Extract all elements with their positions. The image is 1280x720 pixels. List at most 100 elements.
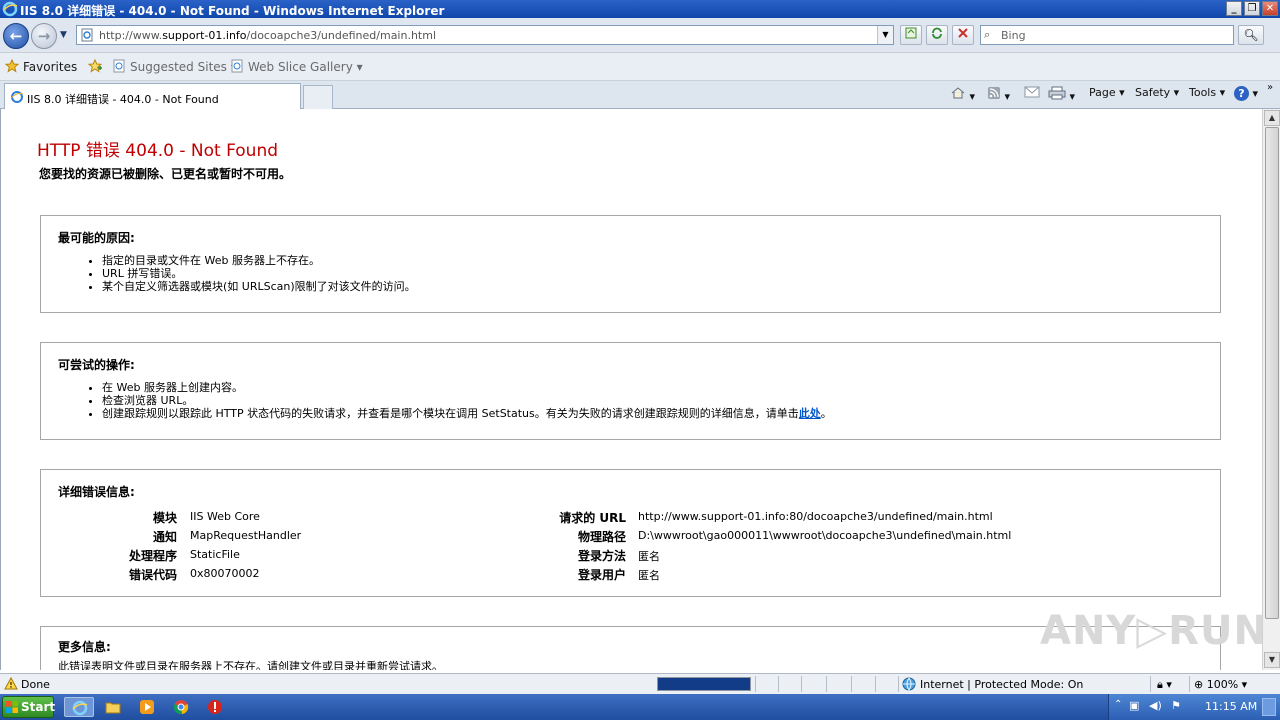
- search-box[interactable]: ⌕ Bing: [980, 25, 1234, 45]
- title-bar: IIS 8.0 详细错误 - 404.0 - Not Found - Windo…: [0, 0, 1280, 18]
- printer-icon: [1048, 86, 1066, 100]
- detail-label: 通知: [152, 530, 177, 544]
- tab-title: IIS 8.0 详细错误 - 404.0 - Not Found: [27, 93, 219, 106]
- back-arrow-icon: ←: [9, 27, 23, 45]
- more-info-text: 此错误表明文件或目录在服务器上不存在。请创建文件或目录并重新尝试请求。: [58, 660, 443, 670]
- error-heading: HTTP 错误 404.0 - Not Found: [37, 141, 279, 161]
- forward-button[interactable]: →: [31, 23, 57, 49]
- progress-fill: [658, 678, 750, 690]
- tab-active[interactable]: IIS 8.0 详细错误 - 404.0 - Not Found: [4, 83, 301, 109]
- stop-button[interactable]: [952, 25, 974, 45]
- scroll-up-icon[interactable]: ▲: [1264, 110, 1280, 126]
- detail-value: 匿名: [638, 550, 660, 563]
- address-bar[interactable]: http://www.support-01.info/docoapche3/un…: [76, 25, 894, 45]
- refresh-icon: [932, 27, 942, 39]
- taskbar-explorer-button[interactable]: [98, 697, 128, 717]
- zoom-level[interactable]: ⊕ 100% ▾: [1194, 678, 1247, 691]
- show-hidden-icons-chevron-icon[interactable]: ⌃: [1114, 699, 1122, 710]
- minimize-button[interactable]: _: [1226, 1, 1242, 16]
- network-icon[interactable]: ▣: [1129, 699, 1139, 712]
- detail-value: 匿名: [638, 569, 660, 582]
- safety-menu[interactable]: Safety ▾: [1135, 86, 1179, 99]
- ie-page-icon: [231, 59, 243, 73]
- help-button[interactable]: ? ▾: [1234, 86, 1258, 101]
- ie-tab-icon: [10, 91, 24, 103]
- tools-menu[interactable]: Tools ▾: [1189, 86, 1225, 99]
- stop-sign-icon: [208, 700, 222, 714]
- status-bar: Done Internet | Protected Mode: On 🔒︎ ▾ …: [0, 673, 1280, 694]
- detail-label: 处理程序: [128, 549, 177, 563]
- ie-page-icon: [113, 59, 125, 73]
- magnifier-icon: 🔍︎: [1243, 28, 1259, 42]
- list-item: URL 拼写错误。: [102, 267, 416, 280]
- trace-rules-link[interactable]: 此处: [799, 407, 821, 420]
- taskbar-ie-button[interactable]: [64, 697, 94, 717]
- windows-logo-icon: [6, 701, 18, 713]
- restore-button[interactable]: ❐: [1244, 1, 1260, 16]
- mail-icon: [1024, 86, 1040, 98]
- security-zone-text[interactable]: Internet | Protected Mode: On: [920, 678, 1083, 691]
- favorites-button[interactable]: Favorites: [5, 59, 77, 74]
- home-button[interactable]: ▾: [950, 86, 975, 103]
- home-icon: [951, 87, 965, 99]
- read-mail-button[interactable]: [1024, 86, 1040, 101]
- detail-label: 登录方法: [577, 549, 626, 563]
- detail-value: StaticFile: [190, 548, 240, 561]
- taskbar: Start ⌃ ▣ ◀) ⚑ 11:15 AM: [0, 694, 1280, 720]
- scroll-down-icon[interactable]: ▼: [1264, 652, 1280, 668]
- internet-zone-globe-icon: [902, 677, 916, 691]
- list-item: 指定的目录或文件在 Web 服务器上不存在。: [102, 254, 416, 267]
- status-text: Done: [21, 678, 50, 691]
- scroll-thumb[interactable]: [1265, 127, 1279, 619]
- details-title: 详细错误信息:: [58, 485, 135, 499]
- more-commands-chevron-icon[interactable]: »: [1267, 82, 1273, 93]
- causes-title: 最可能的原因:: [58, 231, 135, 245]
- address-url[interactable]: http://www.support-01.info/docoapche3/un…: [99, 29, 436, 42]
- taskbar-clock[interactable]: 11:15 AM: [1205, 700, 1257, 713]
- detail-value: http://www.support-01.info:80/docoapche3…: [638, 510, 993, 523]
- stop-icon: [958, 28, 968, 38]
- actions-section: 可尝试的操作: 在 Web 服务器上创建内容。 检查浏览器 URL。 创建跟踪规…: [40, 342, 1221, 440]
- taskbar-security-button[interactable]: [200, 697, 230, 717]
- start-button[interactable]: Start: [2, 696, 55, 718]
- page-icon: [81, 28, 93, 42]
- compatibility-view-button[interactable]: [900, 25, 922, 45]
- refresh-button[interactable]: [926, 25, 948, 45]
- detail-label: 物理路径: [577, 530, 626, 544]
- web-slice-gallery-link[interactable]: Web Slice Gallery ▾: [230, 59, 363, 74]
- show-desktop-button[interactable]: [1262, 698, 1276, 716]
- add-favorites-icon[interactable]: [88, 59, 106, 74]
- detail-value: D:\wwwroot\gao000011\wwwroot\docoapche3\…: [638, 529, 1012, 542]
- taskbar-chrome-button[interactable]: [166, 697, 196, 717]
- actions-title: 可尝试的操作:: [58, 358, 135, 372]
- favorites-bar: Favorites Suggested Sites ▾ Web Slice Ga…: [0, 53, 1280, 81]
- zoom-magnifier-icon: ⊕: [1194, 678, 1204, 691]
- ie-logo-icon: [2, 1, 18, 17]
- causes-list: 指定的目录或文件在 Web 服务器上不存在。 URL 拼写错误。 某个自定义筛选…: [102, 254, 416, 293]
- folder-icon: [105, 702, 121, 714]
- compatibility-icon: [905, 27, 917, 39]
- back-button[interactable]: ←: [3, 23, 29, 49]
- feeds-button[interactable]: ▾: [987, 86, 1010, 103]
- suggested-sites-link[interactable]: Suggested Sites ▾: [112, 59, 237, 74]
- list-item: 在 Web 服务器上创建内容。: [102, 381, 832, 394]
- page-menu[interactable]: Page ▾: [1089, 86, 1125, 99]
- chrome-icon: [173, 700, 189, 715]
- print-button[interactable]: ▾: [1048, 86, 1075, 103]
- tab-bar: IIS 8.0 详细错误 - 404.0 - Not Found: [0, 81, 1280, 109]
- list-item: 某个自定义筛选器或模块(如 URLScan)限制了对该文件的访问。: [102, 280, 416, 293]
- detail-label: 请求的 URL: [559, 511, 626, 525]
- new-tab-button[interactable]: [303, 85, 333, 109]
- close-window-button[interactable]: ✕: [1262, 1, 1278, 16]
- list-item: 检查浏览器 URL。: [102, 394, 832, 407]
- search-go-button[interactable]: 🔍︎: [1238, 25, 1264, 45]
- address-dropdown-icon[interactable]: ▼: [877, 26, 893, 44]
- detail-value: 0x80070002: [190, 567, 260, 580]
- action-center-flag-icon[interactable]: ⚑: [1171, 699, 1181, 712]
- vertical-scrollbar[interactable]: ▲ ▼: [1262, 109, 1280, 670]
- protected-mode-lock-icon[interactable]: 🔒︎ ▾: [1157, 678, 1172, 692]
- anyrun-watermark-logo: ANY▷RUN: [1040, 608, 1268, 654]
- volume-icon[interactable]: ◀): [1149, 699, 1162, 712]
- taskbar-media-player-button[interactable]: [132, 697, 162, 717]
- recent-pages-dropdown[interactable]: ▼: [60, 30, 67, 40]
